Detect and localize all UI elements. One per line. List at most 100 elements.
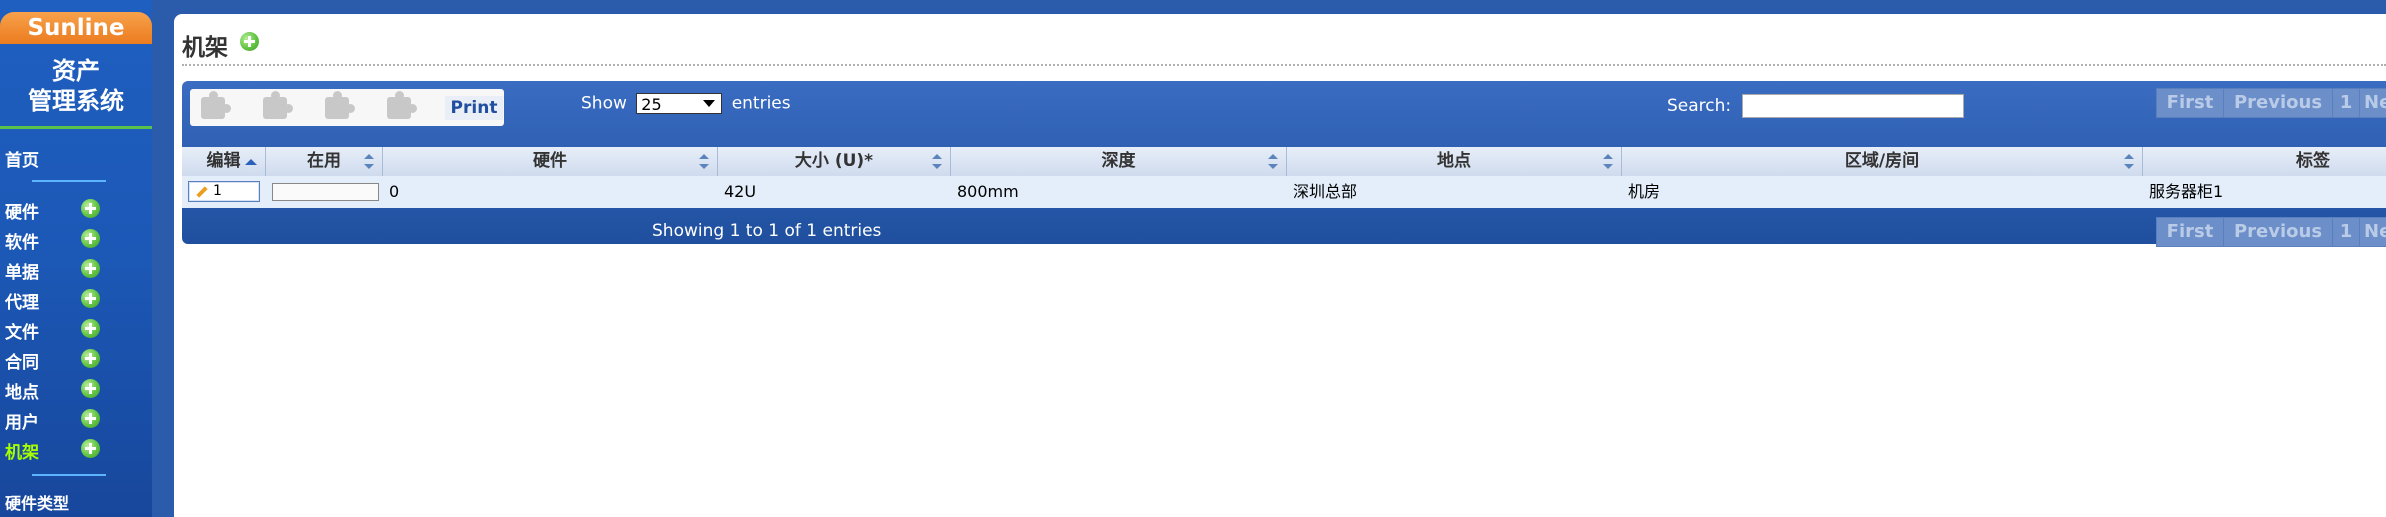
page-title: 机架 [182, 35, 228, 61]
column-header-label: 大小 (U)* [794, 151, 874, 171]
toolbar-button-2[interactable] [260, 91, 293, 122]
nav-hardware-types-link[interactable]: 硬件类型 [5, 490, 69, 514]
search-input[interactable] [1741, 94, 1964, 118]
column-header-label: 区域/房间 [1844, 151, 1920, 171]
column-header-label: 硬件 [533, 151, 567, 171]
main-panel: 机架 Print Show 25 entries Search: First P… [174, 14, 2386, 517]
app-title-line2: 管理系统 [28, 87, 124, 115]
column-header-room[interactable]: 区域/房间 [1622, 147, 2143, 176]
nav-home-link[interactable]: 首页 [5, 146, 39, 171]
next-page-button[interactable]: Ne [2359, 88, 2386, 118]
sidebar-item-contracts[interactable]: 合同 [5, 346, 145, 373]
add-icon[interactable] [81, 439, 100, 458]
puzzle-icon [201, 91, 231, 119]
sidebar-item-users[interactable]: 用户 [5, 406, 145, 433]
sidebar-item-hardware[interactable]: 硬件 [5, 196, 145, 223]
add-icon[interactable] [81, 259, 100, 278]
table-info: Showing 1 to 1 of 1 entries [652, 221, 882, 241]
sidebar-item-files[interactable]: 文件 [5, 316, 145, 343]
sort-icon [364, 154, 374, 169]
brand-logo: Sunline [0, 12, 152, 44]
edit-number: 1 [213, 183, 222, 199]
column-header-hardware[interactable]: 硬件 [383, 147, 718, 176]
sort-icon [2124, 154, 2134, 169]
sidebar-item-racks[interactable]: 机架 [5, 436, 145, 463]
puzzle-icon [387, 91, 417, 119]
add-icon[interactable] [81, 319, 100, 338]
previous-page-button[interactable]: Previous [2223, 217, 2333, 247]
page-length-select[interactable]: 25 [636, 93, 723, 114]
sidebar-item-label[interactable]: 代理 [5, 288, 39, 313]
first-page-button[interactable]: First [2156, 217, 2224, 247]
page-length-control: Show 25 entries [581, 93, 791, 114]
sort-icon [932, 154, 942, 169]
add-icon[interactable] [81, 229, 100, 248]
column-header-depth[interactable]: 深度 [951, 147, 1287, 176]
column-header-label: 编辑 [206, 151, 241, 171]
table-header: 编辑 在用 硬件 大小 (U)* 深度 地点 区域/房间 标签 [182, 147, 2386, 176]
cell-tag: 服务器柜1 [2149, 182, 2224, 201]
sidebar-item-label[interactable]: 机架 [5, 438, 39, 463]
table-toolbar: Print [190, 89, 504, 126]
nav-divider [32, 474, 106, 476]
column-header-location[interactable]: 地点 [1287, 147, 1622, 176]
sidebar-item-label[interactable]: 单据 [5, 258, 39, 283]
print-button[interactable]: Print [445, 96, 503, 120]
add-icon[interactable] [81, 379, 100, 398]
puzzle-icon [325, 91, 355, 119]
first-page-button[interactable]: First [2156, 88, 2224, 118]
sidebar-item-tickets[interactable]: 单据 [5, 256, 145, 283]
column-header-label: 深度 [1101, 151, 1136, 171]
add-rack-icon[interactable] [240, 32, 259, 51]
app-title: 资产 管理系统 [0, 56, 152, 116]
page-button[interactable]: 1 [2332, 88, 2360, 118]
in-use-bar [272, 183, 379, 201]
edit-button[interactable]: 1 [188, 181, 260, 202]
add-icon[interactable] [81, 199, 100, 218]
column-header-edit[interactable]: 编辑 [182, 147, 266, 176]
column-header-tag[interactable]: 标签 [2143, 147, 2386, 176]
sidebar-item-label[interactable]: 合同 [5, 348, 39, 373]
sidebar-item-label[interactable]: 硬件 [5, 198, 39, 223]
app-title-line1: 资产 [52, 57, 100, 85]
sidebar: Sunline 资产 管理系统 首页 硬件 软件 单据 代理 文件 合同 地点 … [0, 0, 152, 517]
nav-divider [32, 180, 106, 182]
column-header-in-use[interactable]: 在用 [266, 147, 383, 176]
cell-room: 机房 [1628, 182, 1661, 201]
page-button[interactable]: 1 [2332, 217, 2360, 247]
sidebar-item-agents[interactable]: 代理 [5, 286, 145, 313]
show-label: Show [581, 93, 627, 114]
sidebar-item-label[interactable]: 文件 [5, 318, 39, 343]
add-icon[interactable] [81, 349, 100, 368]
sidebar-item-label[interactable]: 软件 [5, 228, 39, 253]
sidebar-item-locations[interactable]: 地点 [5, 376, 145, 403]
toolbar-button-4[interactable] [384, 91, 417, 122]
sidebar-item-label[interactable]: 用户 [5, 408, 39, 433]
rack-table-wrapper: Print Show 25 entries Search: First Prev… [182, 81, 2386, 247]
cell-location: 深圳总部 [1293, 182, 1358, 201]
cell-size: 42U [724, 182, 757, 201]
toolbar-button-1[interactable] [198, 91, 231, 122]
cell-depth: 800mm [957, 182, 1019, 201]
sort-asc-icon [245, 159, 257, 165]
previous-page-button[interactable]: Previous [2223, 88, 2333, 118]
toolbar-button-3[interactable] [322, 91, 355, 122]
pencil-icon [194, 186, 206, 198]
cell-in-use [266, 176, 383, 208]
sort-icon [699, 154, 709, 169]
chevron-down-icon [703, 100, 716, 107]
sort-icon [1603, 154, 1613, 169]
sidebar-item-label[interactable]: 地点 [5, 378, 39, 403]
search-control: Search: [1667, 94, 1964, 118]
add-icon[interactable] [81, 409, 100, 428]
sidebar-item-software[interactable]: 软件 [5, 226, 145, 253]
title-divider [182, 64, 2386, 66]
puzzle-icon [263, 91, 293, 119]
column-header-size[interactable]: 大小 (U)* [718, 147, 951, 176]
cell-edit: 1 [182, 176, 266, 208]
add-icon[interactable] [81, 289, 100, 308]
entries-label: entries [731, 93, 791, 114]
next-page-button[interactable]: Ne [2359, 217, 2386, 247]
table-row: 1 0 42U 800mm 深圳总部 机房 服务器柜1 [182, 176, 2386, 208]
title-divider [0, 126, 152, 129]
